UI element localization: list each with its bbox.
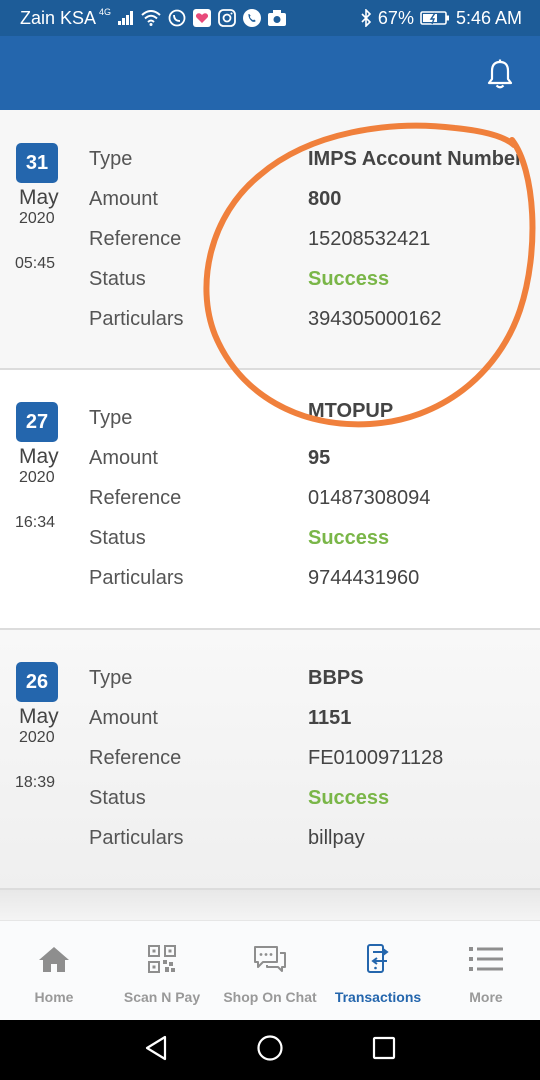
nav-scan-n-pay[interactable]: Scan N Pay bbox=[108, 921, 216, 1020]
particulars-value: 9744431960 bbox=[308, 567, 420, 589]
status-label: Status bbox=[89, 787, 146, 809]
amount-value: 800 bbox=[308, 188, 342, 210]
status-value: Success bbox=[308, 787, 390, 809]
clock: 5:46 AM bbox=[455, 7, 522, 28]
network-type: 4G bbox=[99, 7, 112, 17]
particulars-label: Particulars bbox=[89, 308, 184, 330]
transaction-list[interactable]: 31 May 2020 05:45 Type Amount Reference … bbox=[0, 110, 540, 920]
wifi-icon bbox=[141, 10, 161, 26]
nav-label: Home bbox=[34, 989, 74, 1005]
reference-label: Reference bbox=[89, 487, 182, 509]
nav-transactions[interactable]: Transactions bbox=[324, 921, 432, 1020]
system-nav-bar bbox=[0, 1020, 540, 1080]
particulars-value: billpay bbox=[308, 827, 365, 849]
type-label: Type bbox=[89, 148, 133, 170]
status-value: Success bbox=[308, 268, 390, 290]
camera-icon bbox=[268, 10, 287, 26]
particulars-label: Particulars bbox=[89, 567, 184, 589]
nav-more[interactable]: More bbox=[432, 921, 540, 1020]
amount-value: 1151 bbox=[308, 707, 352, 729]
amount-value: 95 bbox=[308, 447, 331, 469]
signal-icon bbox=[118, 11, 134, 25]
amount-label: Amount bbox=[89, 188, 158, 210]
nav-home[interactable]: Home bbox=[0, 921, 108, 1020]
type-label: Type bbox=[89, 667, 133, 689]
date-month: May bbox=[19, 445, 59, 468]
amount-label: Amount bbox=[89, 447, 158, 469]
date-badge: 27 bbox=[16, 402, 58, 442]
type-value: IMPS Account Number bbox=[308, 148, 523, 170]
app-bar bbox=[0, 36, 540, 110]
nav-label: Scan N Pay bbox=[123, 989, 201, 1005]
transaction-card[interactable]: 27 May 2020 16:34 Type Amount Reference … bbox=[0, 370, 540, 630]
battery-icon bbox=[420, 10, 450, 26]
transaction-card[interactable]: 26 May 2020 18:39 Type Amount Reference … bbox=[0, 630, 540, 890]
menu-list-icon bbox=[468, 943, 504, 975]
nav-label: More bbox=[469, 989, 503, 1005]
date-month: May bbox=[19, 186, 59, 209]
reference-value: 01487308094 bbox=[308, 487, 431, 509]
chat-icon bbox=[252, 943, 288, 975]
transaction-card[interactable]: 31 May 2020 05:45 Type Amount Reference … bbox=[0, 110, 540, 370]
date-badge: 26 bbox=[16, 662, 58, 702]
amount-label: Amount bbox=[89, 707, 158, 729]
type-value: MTOPUP bbox=[308, 400, 394, 422]
date-year: 2020 bbox=[19, 469, 55, 486]
transactions-icon bbox=[360, 943, 396, 975]
nav-label: Transactions bbox=[334, 989, 422, 1005]
particulars-value: 394305000162 bbox=[308, 308, 442, 330]
nav-label: Shop On Chat bbox=[223, 989, 317, 1005]
list-shadow bbox=[0, 890, 540, 920]
back-icon[interactable] bbox=[144, 1035, 168, 1066]
nav-shop-on-chat[interactable]: Shop On Chat bbox=[216, 921, 324, 1020]
status-label: Status bbox=[89, 527, 146, 549]
type-value: BBPS bbox=[308, 667, 364, 689]
status-label: Status bbox=[89, 268, 146, 290]
date-year: 2020 bbox=[19, 729, 55, 746]
home-icon bbox=[36, 943, 72, 975]
carrier-name: Zain KSA bbox=[20, 7, 97, 28]
recents-icon[interactable] bbox=[372, 1036, 396, 1065]
bell-icon[interactable] bbox=[486, 58, 514, 90]
status-value: Success bbox=[308, 527, 390, 549]
whatsapp-icon bbox=[168, 9, 186, 27]
instagram-icon bbox=[218, 9, 236, 27]
home-circle-icon[interactable] bbox=[256, 1034, 284, 1067]
reference-label: Reference bbox=[89, 228, 182, 250]
transaction-time: 18:39 bbox=[15, 774, 56, 791]
date-year: 2020 bbox=[19, 210, 55, 227]
date-month: May bbox=[19, 705, 59, 728]
transaction-time: 16:34 bbox=[15, 514, 56, 531]
particulars-label: Particulars bbox=[89, 827, 184, 849]
bottom-nav: Home Scan N Pay Shop On Chat Transaction… bbox=[0, 920, 540, 1020]
battery-percent: 67% bbox=[377, 7, 414, 28]
reference-value: 15208532421 bbox=[308, 228, 431, 250]
status-bar: Zain KSA 4G 67% 5:46 AM bbox=[0, 0, 540, 36]
type-label: Type bbox=[89, 407, 133, 429]
reference-label: Reference bbox=[89, 747, 182, 769]
bluetooth-icon bbox=[360, 9, 372, 27]
date-badge: 31 bbox=[16, 143, 58, 183]
reference-value: FE0100971128 bbox=[308, 747, 444, 769]
qr-code-icon bbox=[144, 943, 180, 975]
heart-app-icon bbox=[193, 9, 212, 27]
transaction-time: 05:45 bbox=[15, 255, 56, 272]
phone-icon bbox=[243, 9, 262, 27]
